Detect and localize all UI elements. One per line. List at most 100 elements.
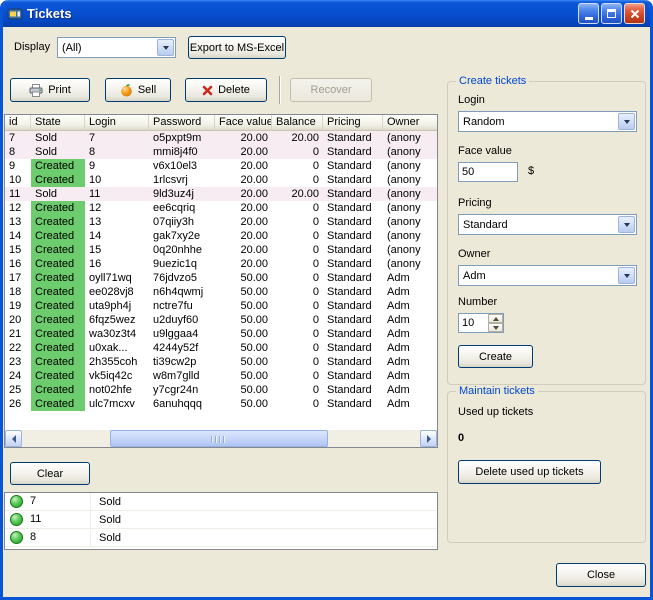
column-header[interactable]: Login [85, 115, 149, 131]
column-header[interactable]: Pricing [323, 115, 383, 131]
column-header[interactable]: Balance [272, 115, 323, 131]
table-cell: Standard [323, 257, 383, 271]
sold-list-item[interactable]: 11Sold [5, 511, 437, 529]
table-cell: (anony [383, 243, 438, 257]
table-cell: Created [31, 229, 85, 243]
client-area: Display (All) Export to MS-Excel Print S… [3, 27, 650, 597]
table-cell: 10 [85, 173, 149, 187]
table-row[interactable]: 17Createdoyll71wq76jdvzo550.000StandardA… [5, 271, 437, 285]
table-cell: 20.00 [215, 215, 272, 229]
minimize-button[interactable] [578, 3, 599, 24]
spin-up-button[interactable] [488, 314, 503, 323]
table-row[interactable]: 9Created9v6x10el320.000Standard(anony [5, 159, 437, 173]
maintain-tickets-group: Maintain tickets Used up tickets 0 Delet… [447, 391, 646, 543]
table-cell: o5pxpt9m [149, 131, 215, 145]
column-header[interactable]: Password [149, 115, 215, 131]
table-cell: 50.00 [215, 271, 272, 285]
chevron-down-icon[interactable] [618, 113, 635, 130]
table-cell: 50.00 [215, 355, 272, 369]
column-header[interactable]: State [31, 115, 85, 131]
table-cell: Standard [323, 271, 383, 285]
horizontal-scrollbar[interactable] [5, 430, 437, 447]
sold-ticket-id: 7 [30, 493, 91, 510]
table-row[interactable]: 19Createduta9ph4jnctre7fu50.000StandardA… [5, 299, 437, 313]
print-button[interactable]: Print [10, 78, 90, 102]
table-cell: 0q20nhhe [149, 243, 215, 257]
table-row[interactable]: 18Createdee028vj8n6h4qwmj50.000StandardA… [5, 285, 437, 299]
owner-dropdown[interactable]: Adm [458, 265, 637, 286]
scroll-left-button[interactable] [5, 430, 22, 447]
close-window-button[interactable] [624, 3, 645, 24]
used-up-tickets-label: Used up tickets [458, 406, 533, 418]
table-cell: 14 [85, 229, 149, 243]
table-cell: (anony [383, 201, 438, 215]
table-cell: 26 [5, 397, 31, 411]
table-cell: 23 [5, 355, 31, 369]
table-row[interactable]: 24Createdvk5iq42cw8m7glld50.000StandardA… [5, 369, 437, 383]
face-value-input[interactable] [458, 162, 518, 182]
table-row[interactable]: 20Created6fqz5wezu2duyf6050.000StandardA… [5, 313, 437, 327]
sold-ticket-id: 11 [30, 511, 91, 528]
table-cell: 8 [5, 145, 31, 159]
sell-button[interactable]: Sell [105, 78, 171, 102]
table-row[interactable]: 15Created150q20nhhe20.000Standard(anony [5, 243, 437, 257]
table-row[interactable]: 13Created1307qiiy3h20.000Standard(anony [5, 215, 437, 229]
maximize-button[interactable] [601, 3, 622, 24]
table-cell: (anony [383, 215, 438, 229]
sell-label: Sell [138, 84, 156, 96]
table-cell: Adm [383, 313, 438, 327]
table-cell: 0 [272, 299, 323, 313]
pricing-dropdown[interactable]: Standard [458, 214, 637, 235]
table-row[interactable]: 10Created101rlcsvrj20.000Standard(anony [5, 173, 437, 187]
column-header[interactable]: id [5, 115, 31, 131]
table-cell: (anony [383, 187, 438, 201]
table-row[interactable]: 14Created14gak7xy2e20.000Standard(anony [5, 229, 437, 243]
table-cell: Created [31, 299, 85, 313]
table-cell: 17 [5, 271, 31, 285]
column-header[interactable]: Face value [215, 115, 272, 131]
table-cell: nctre7fu [149, 299, 215, 313]
delete-button[interactable]: Delete [185, 78, 267, 102]
table-cell: 50.00 [215, 327, 272, 341]
table-cell: 11 [85, 187, 149, 201]
delete-used-tickets-label: Delete used up tickets [475, 466, 583, 478]
scrollbar-track[interactable] [22, 430, 420, 447]
scrollbar-thumb[interactable] [110, 430, 328, 447]
column-header[interactable]: Owner [383, 115, 438, 131]
chevron-down-icon[interactable] [618, 267, 635, 284]
table-cell: y7cgr24n [149, 383, 215, 397]
table-cell: 50.00 [215, 299, 272, 313]
delete-used-tickets-button[interactable]: Delete used up tickets [458, 460, 601, 484]
table-row[interactable]: 12Created12ee6cqriq20.000Standard(anony [5, 201, 437, 215]
spin-down-button[interactable] [488, 323, 503, 332]
login-dropdown[interactable]: Random [458, 111, 637, 132]
close-button[interactable]: Close [556, 563, 646, 587]
chevron-down-icon[interactable] [618, 216, 635, 233]
table-cell: 50.00 [215, 397, 272, 411]
number-spinner[interactable] [458, 313, 504, 333]
table-cell: 0 [272, 383, 323, 397]
scroll-right-button[interactable] [420, 430, 437, 447]
table-row[interactable]: 8Sold8mmi8j4f020.000Standard(anony [5, 145, 437, 159]
table-row[interactable]: 22Createdu0xak...4244y52f50.000StandardA… [5, 341, 437, 355]
chevron-down-icon[interactable] [157, 39, 174, 56]
sold-list-item[interactable]: 8Sold [5, 529, 437, 547]
sold-ticket-id: 8 [30, 529, 91, 546]
clear-button[interactable]: Clear [10, 462, 90, 485]
table-cell: 9 [5, 159, 31, 173]
table-row[interactable]: 7Sold7o5pxpt9m20.0020.00Standard(anony [5, 131, 437, 145]
export-excel-button[interactable]: Export to MS-Excel [188, 36, 286, 59]
table-cell: 6anuhqqq [149, 397, 215, 411]
display-filter-dropdown[interactable]: (All) [57, 37, 176, 58]
table-row[interactable]: 23Created2h355cohti39cw2p50.000StandardA… [5, 355, 437, 369]
table-row[interactable]: 11Sold119ld3uz4j20.0020.00Standard(anony [5, 187, 437, 201]
table-row[interactable]: 25Creatednot02hfey7cgr24n50.000StandardA… [5, 383, 437, 397]
table-row[interactable]: 21Createdwa30z3t4u9lggaa450.000StandardA… [5, 327, 437, 341]
recover-button[interactable]: Recover [290, 78, 372, 102]
table-row[interactable]: 26Createdulc7mcxv6anuhqqq50.000StandardA… [5, 397, 437, 411]
table-row[interactable]: 16Created169uezic1q20.000Standard(anony [5, 257, 437, 271]
create-button[interactable]: Create [458, 345, 533, 368]
table-cell: 20.00 [272, 131, 323, 145]
sold-list-item[interactable]: 7Sold [5, 493, 437, 511]
table-cell: 20.00 [215, 187, 272, 201]
